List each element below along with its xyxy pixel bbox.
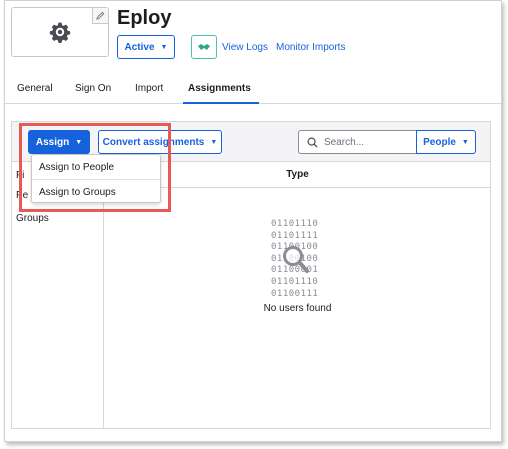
provisioning-button[interactable]: [191, 35, 217, 59]
handshake-icon: [198, 44, 210, 50]
binary-line: 01101111: [271, 230, 319, 241]
empty-state: 01101110 01101111 01100100 01100100 0110…: [105, 214, 490, 324]
binary-line: 01101110: [271, 219, 319, 229]
magnifier-icon: [283, 246, 309, 273]
monitor-imports-link[interactable]: Monitor Imports: [276, 42, 345, 53]
tab-assignments[interactable]: Assignments: [188, 83, 251, 94]
search-box: [298, 130, 416, 154]
highlight-annotation: [19, 123, 171, 212]
caret-down-icon: ▼: [160, 43, 168, 51]
caret-down-icon: ▼: [210, 138, 218, 146]
tab-general[interactable]: General: [17, 83, 53, 94]
status-dropdown[interactable]: Active ▼: [117, 35, 175, 59]
binary-line: 01101110: [271, 276, 319, 287]
tab-sign-on[interactable]: Sign On: [75, 83, 111, 94]
app-logo: [11, 7, 109, 57]
empty-message: No users found: [263, 303, 332, 314]
search-input[interactable]: [324, 136, 404, 148]
app-title: Eploy: [117, 7, 172, 29]
view-logs-link[interactable]: View Logs: [222, 42, 268, 53]
active-tab-indicator: [183, 102, 259, 104]
edit-logo-button[interactable]: [92, 8, 108, 24]
people-filter-label: People: [423, 136, 456, 148]
people-filter-dropdown[interactable]: People ▼: [416, 130, 476, 154]
status-label: Active: [124, 41, 155, 53]
gear-icon: [49, 22, 71, 44]
tab-import[interactable]: Import: [135, 83, 163, 94]
caret-down-icon: ▼: [461, 138, 469, 146]
search-icon: [307, 137, 318, 148]
binary-line: 01100111: [271, 288, 319, 299]
tab-bar: General Sign On Import Assignments: [5, 77, 501, 104]
pencil-icon: [96, 11, 105, 20]
filter-groups[interactable]: Groups: [16, 213, 49, 224]
app-window: Eploy Active ▼ View Logs Monitor Imports…: [4, 0, 502, 442]
